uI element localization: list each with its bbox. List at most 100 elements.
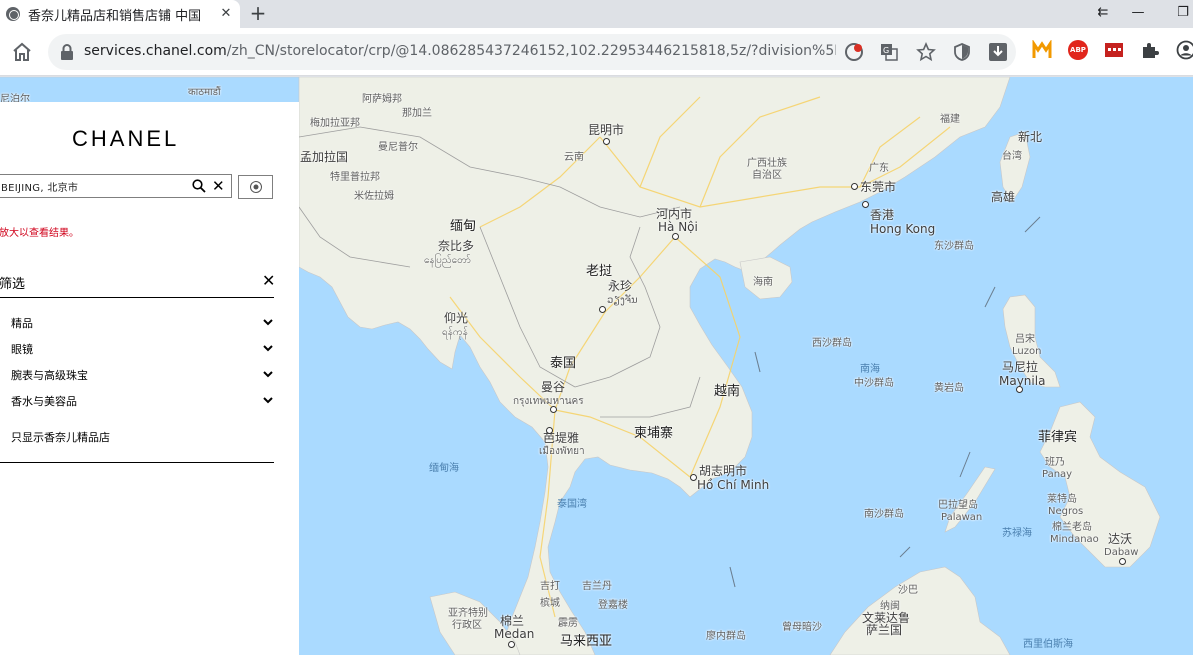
browser-toolbar: services.chanel.com/zh_CN/storelocator/c… bbox=[0, 28, 1193, 76]
translate-icon[interactable]: G bbox=[879, 42, 899, 62]
map-label: 沙巴 bbox=[898, 585, 918, 596]
map-label: 西里伯斯海 bbox=[1023, 639, 1073, 650]
map-label: 米佐拉姆 bbox=[354, 191, 394, 202]
brand-logo[interactable]: CHANEL bbox=[72, 126, 179, 152]
shield-icon[interactable] bbox=[952, 42, 972, 62]
map-label: 梅加拉亚邦 bbox=[310, 118, 360, 129]
store-locator-panel: CHANEL BEIJING, 北京市 ✕ 放大以查看结果。 筛选 ✕ 精品 眼… bbox=[0, 102, 299, 655]
address-bar[interactable]: services.chanel.com/zh_CN/storelocator/c… bbox=[48, 34, 1016, 70]
map-label: ရန်ကုန် bbox=[442, 327, 468, 338]
chevron-down-icon[interactable] bbox=[262, 368, 274, 380]
map-label: 自治区 bbox=[752, 170, 782, 181]
map-label: 黄岩岛 bbox=[934, 383, 964, 394]
map-label: 曼谷 bbox=[541, 380, 566, 394]
only-boutiques-toggle[interactable]: 只显示香奈儿精品店 bbox=[11, 429, 110, 445]
abp-icon[interactable]: ABP bbox=[1068, 40, 1088, 60]
map-label: 吉兰丹 bbox=[582, 581, 612, 592]
minimize-button[interactable]: — bbox=[1128, 3, 1148, 23]
map-label: 泰国湾 bbox=[557, 499, 587, 510]
map-label: 柬埔寨 bbox=[634, 426, 674, 441]
map-label: 曾母暗沙 bbox=[782, 622, 822, 633]
map-label: 高雄 bbox=[991, 190, 1016, 204]
clear-search-icon[interactable]: ✕ bbox=[212, 179, 225, 194]
map-label: 菲律宾 bbox=[1038, 430, 1078, 445]
puzzle-icon[interactable] bbox=[1140, 40, 1160, 60]
map-label: 昆明市 bbox=[588, 123, 625, 137]
map-label: 泰国 bbox=[550, 356, 577, 371]
filter-item-boutique[interactable]: 精品 bbox=[11, 315, 33, 331]
city-marker bbox=[546, 427, 553, 434]
city-marker bbox=[550, 406, 557, 413]
locate-me-button[interactable] bbox=[238, 175, 273, 199]
globe-icon bbox=[6, 7, 20, 21]
map-label: 西沙群岛 bbox=[812, 338, 852, 349]
tab-search-icon[interactable]: ⇇ bbox=[1093, 3, 1113, 23]
map-label: 缅甸 bbox=[450, 219, 477, 234]
map-label: 吉打 bbox=[540, 581, 560, 592]
map-label: 云南 bbox=[564, 152, 584, 163]
map-label: Mindanao bbox=[1050, 534, 1099, 545]
filter-heading: 筛选 bbox=[0, 277, 26, 292]
map-label: 东莞市 bbox=[860, 180, 897, 194]
map-label: Hà Nội bbox=[658, 220, 698, 234]
city-marker bbox=[672, 233, 679, 240]
chevron-down-icon[interactable] bbox=[262, 342, 274, 354]
city-marker bbox=[851, 183, 858, 190]
map-label: 胡志明市 bbox=[699, 464, 748, 478]
map-label: 越南 bbox=[714, 384, 741, 399]
map-label: ວຽງຈັນ bbox=[607, 295, 638, 306]
map-label: နေပြည်တော် bbox=[424, 255, 471, 266]
map-label: 老挝 bbox=[586, 264, 613, 279]
map-label: 马来西亚 bbox=[560, 634, 613, 649]
map-label: 南沙群岛 bbox=[864, 509, 904, 520]
map-label: 缅甸海 bbox=[429, 463, 459, 474]
map-label: Luzon bbox=[1012, 346, 1042, 357]
map-label: Hồ Chí Minh bbox=[697, 478, 770, 492]
map-label: Negros bbox=[1048, 506, 1084, 517]
map-label: Maynila bbox=[999, 374, 1046, 388]
filter-item-eyewear[interactable]: 眼镜 bbox=[11, 341, 33, 357]
search-icon[interactable] bbox=[192, 179, 206, 193]
search-input[interactable]: BEIJING, 北京市 bbox=[1, 179, 78, 194]
home-icon[interactable] bbox=[10, 40, 34, 64]
new-tab-button[interactable]: + bbox=[247, 2, 269, 24]
zoom-hint-message: 放大以查看结果。 bbox=[0, 228, 79, 239]
map-label: Hong Kong bbox=[870, 222, 936, 236]
url-text[interactable]: services.chanel.com/zh_CN/storelocator/c… bbox=[84, 43, 836, 59]
map-label: 海南 bbox=[753, 277, 773, 288]
map-label: 南海 bbox=[860, 364, 880, 375]
map-label: 那加兰 bbox=[402, 108, 432, 119]
chevron-down-icon[interactable] bbox=[262, 316, 274, 328]
map-label: Panay bbox=[1042, 469, 1073, 480]
m-icon[interactable] bbox=[1032, 40, 1052, 60]
location-search-field[interactable]: BEIJING, 北京市 ✕ bbox=[0, 174, 232, 198]
download-icon[interactable] bbox=[988, 42, 1008, 62]
maximize-button[interactable]: ❐ bbox=[1173, 3, 1193, 23]
city-marker bbox=[599, 306, 606, 313]
browser-tab[interactable]: 香奈儿精品店和销售店铺 中国 ✕ bbox=[0, 0, 240, 28]
map-label: 福建 bbox=[940, 114, 960, 125]
filter-divider bbox=[0, 297, 274, 298]
panel-bottom-divider bbox=[0, 462, 274, 463]
chevron-down-icon[interactable] bbox=[262, 394, 274, 406]
filter-item-fragrance-beauty[interactable]: 香水与美容品 bbox=[11, 393, 77, 409]
filter-close-icon[interactable]: ✕ bbox=[262, 271, 275, 290]
lock-icon[interactable] bbox=[60, 44, 74, 60]
map-label: 达沃 bbox=[1108, 532, 1133, 546]
map-label: 台湾 bbox=[1002, 151, 1022, 162]
map-label: Palawan bbox=[941, 512, 983, 523]
map-label: เมืองพัทยา bbox=[539, 446, 585, 457]
filter-item-watches-jewelry[interactable]: 腕表与高级珠宝 bbox=[11, 367, 88, 383]
city-marker bbox=[690, 474, 697, 481]
grid-ext-icon[interactable] bbox=[1104, 40, 1124, 60]
tab-title: 香奈儿精品店和销售店铺 中国 bbox=[28, 8, 202, 24]
bookmark-star-icon[interactable] bbox=[916, 42, 936, 62]
tab-close-icon[interactable]: ✕ bbox=[218, 6, 234, 22]
city-marker bbox=[862, 201, 869, 208]
map-label: 特里普拉邦 bbox=[330, 172, 380, 183]
privacy-badge-icon[interactable] bbox=[844, 42, 864, 62]
map-label: Medan bbox=[494, 627, 535, 641]
map-label: 中沙群岛 bbox=[854, 378, 894, 389]
profile-icon[interactable] bbox=[1176, 40, 1193, 60]
map-label: 曼尼普尔 bbox=[378, 142, 418, 153]
